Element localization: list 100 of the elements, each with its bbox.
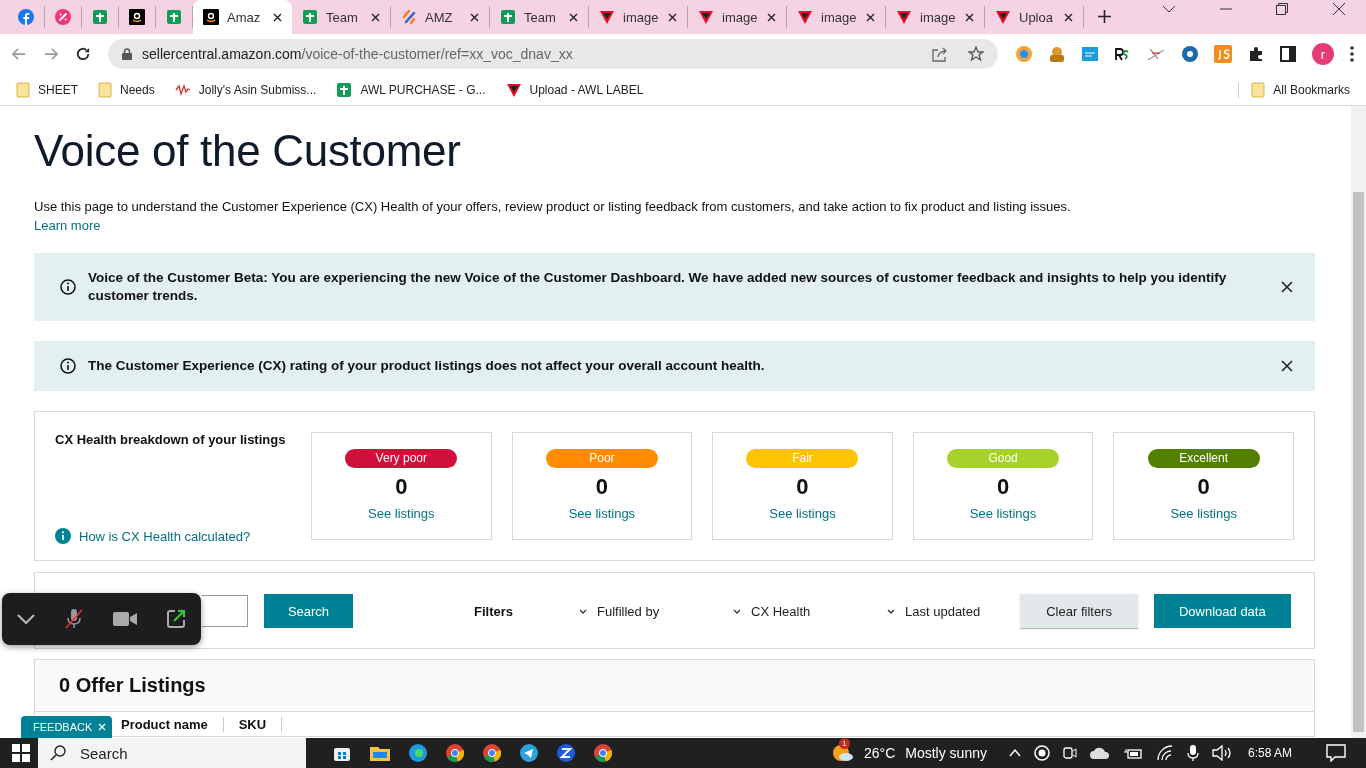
close-icon[interactable] [1332,2,1346,16]
triangle-icon [797,9,813,25]
camera-icon[interactable] [1062,745,1077,761]
back-icon[interactable] [12,47,26,61]
rs-drawing[interactable] [1114,47,1130,61]
filter-dropdown[interactable]: Fulfilled by [579,603,733,619]
see-listings-link[interactable]: See listings [1170,506,1237,521]
star-icon[interactable] [968,46,984,62]
breakdown-title: CX Health breakdown of your listings [55,432,287,447]
browser-tab[interactable]: AMZ [391,6,490,28]
circle-dot-icon[interactable] [1016,46,1032,62]
close-tab-icon[interactable] [668,12,677,22]
bookmark[interactable]: Needs [98,81,155,98]
sheet-icon [336,81,353,98]
wifi-icon[interactable] [1155,745,1174,761]
see-listings-link[interactable]: See listings [969,506,1037,521]
folder-icon[interactable] [370,745,390,761]
browser-tab[interactable]: image [886,6,985,28]
sheet-icon [302,9,318,25]
column-header[interactable]: SKU [238,717,283,732]
column-header[interactable]: Product name [121,717,224,732]
close-tab-icon[interactable] [866,12,875,22]
intro-text: Use this page to understand the Customer Experience (CX) Health of your offers, review product or listing feedback from customers, and take action to fix product and listing issues. [34,198,1072,216]
download-button[interactable]: Download data [1153,594,1291,628]
browser-tab[interactable]: Amaz [193,0,292,34]
close-tab-icon[interactable] [965,12,974,22]
browser-tab[interactable]: image [589,6,688,28]
info-icon [60,358,76,374]
bookmark[interactable]: Upload - AWL LABEL [505,81,644,98]
sheet-icon [166,9,182,25]
bookmark[interactable]: Jolly's Asin Submiss... [174,82,317,97]
see-listings-link[interactable]: See listings [568,506,636,521]
feedback-tab[interactable]: FEEDBACK [21,716,113,738]
browser-tab[interactable]: image [688,6,787,28]
more-icon[interactable] [1350,46,1354,62]
paper-plane-icon[interactable] [520,744,538,762]
browser-tab[interactable]: Uploa [985,6,1084,28]
windows-start-icon[interactable] [12,744,30,762]
reload-icon[interactable] [76,46,90,62]
chevron-up-icon[interactable] [1008,749,1021,757]
filter-dropdown[interactable]: CX Health [733,603,887,619]
all-bookmarks[interactable]: All Bookmarks [1238,81,1350,98]
scrollbar[interactable] [1351,106,1366,738]
help-link[interactable]: How is CX Health calculated? [79,528,251,544]
puzzle-icon[interactable] [1248,46,1264,62]
see-listings-link[interactable]: See listings [368,506,435,521]
chevron-down-icon[interactable] [1162,5,1176,13]
learn-more-link[interactable]: Learn more [34,218,101,233]
speaker-icon[interactable] [1211,745,1232,761]
close-icon[interactable] [1281,281,1293,293]
weather-text: Mostly sunny [905,745,987,761]
close-tab-icon[interactable] [569,12,578,22]
triangle-icon [995,9,1011,25]
circle-f-icon [18,9,34,25]
rating-label: Excellent [1147,449,1260,468]
chrome-icon[interactable] [483,744,501,762]
rating-label: Fair [746,449,859,468]
close-tab-icon[interactable] [470,12,479,22]
bookmark[interactable]: SHEET [16,81,78,98]
chrome-icon[interactable] [446,744,464,762]
muted-mic-icon[interactable] [63,608,84,630]
close-tab-icon[interactable] [371,12,380,22]
wave-icon [174,83,191,96]
lock-icon [122,48,132,60]
notification-badge: 1 [839,737,850,749]
record-icon[interactable] [1033,745,1050,761]
alert-text: The Customer Experience (CX) rating of your product listings does not affect your overall account health. [88,357,766,375]
search-field[interactable] [202,595,248,627]
close-icon[interactable] [1281,360,1293,372]
chrome-icon[interactable] [594,744,612,762]
side-panel-icon[interactable] [1280,46,1296,62]
chevron-down-icon[interactable] [16,614,35,624]
microphone-icon[interactable] [1186,744,1199,762]
share-icon[interactable] [932,46,948,62]
browser-tab[interactable]: Team [490,6,589,28]
taskbar-search-field[interactable]: Search [38,738,306,768]
notifications-icon[interactable] [1326,744,1346,762]
z-icon[interactable] [557,744,575,762]
browser-tab[interactable]: Team [292,6,391,28]
forward-icon[interactable] [44,47,58,61]
new-tab-icon[interactable] [1098,10,1111,23]
triangle-icon [599,9,615,25]
address-bar[interactable]: sellercentral.amazon.com/voice-of-the-customer/ref=xx_voc_dnav_xx [108,39,998,69]
share-screen-icon[interactable] [166,609,187,629]
bookmark[interactable]: AWL PURCHASE - G... [336,81,486,98]
cloud-icon[interactable] [1089,747,1110,759]
profile-avatar[interactable]: r [1312,43,1334,65]
see-listings-link[interactable]: See listings [769,506,836,521]
clear-filters-button[interactable]: Clear filters [1020,594,1138,628]
browser-tab[interactable]: image [787,6,886,28]
search-button[interactable]: Search [264,594,353,628]
restore-icon[interactable] [1276,3,1288,15]
camera-icon[interactable] [113,612,138,626]
filter-dropdown[interactable]: Last updated [887,603,981,619]
chevron-down-icon [887,608,895,614]
chevron-down-icon [579,608,587,614]
close-tab-icon[interactable] [273,12,282,22]
close-tab-icon[interactable] [767,12,776,22]
battery-icon[interactable] [1122,746,1143,760]
close-tab-icon[interactable] [1064,12,1073,22]
